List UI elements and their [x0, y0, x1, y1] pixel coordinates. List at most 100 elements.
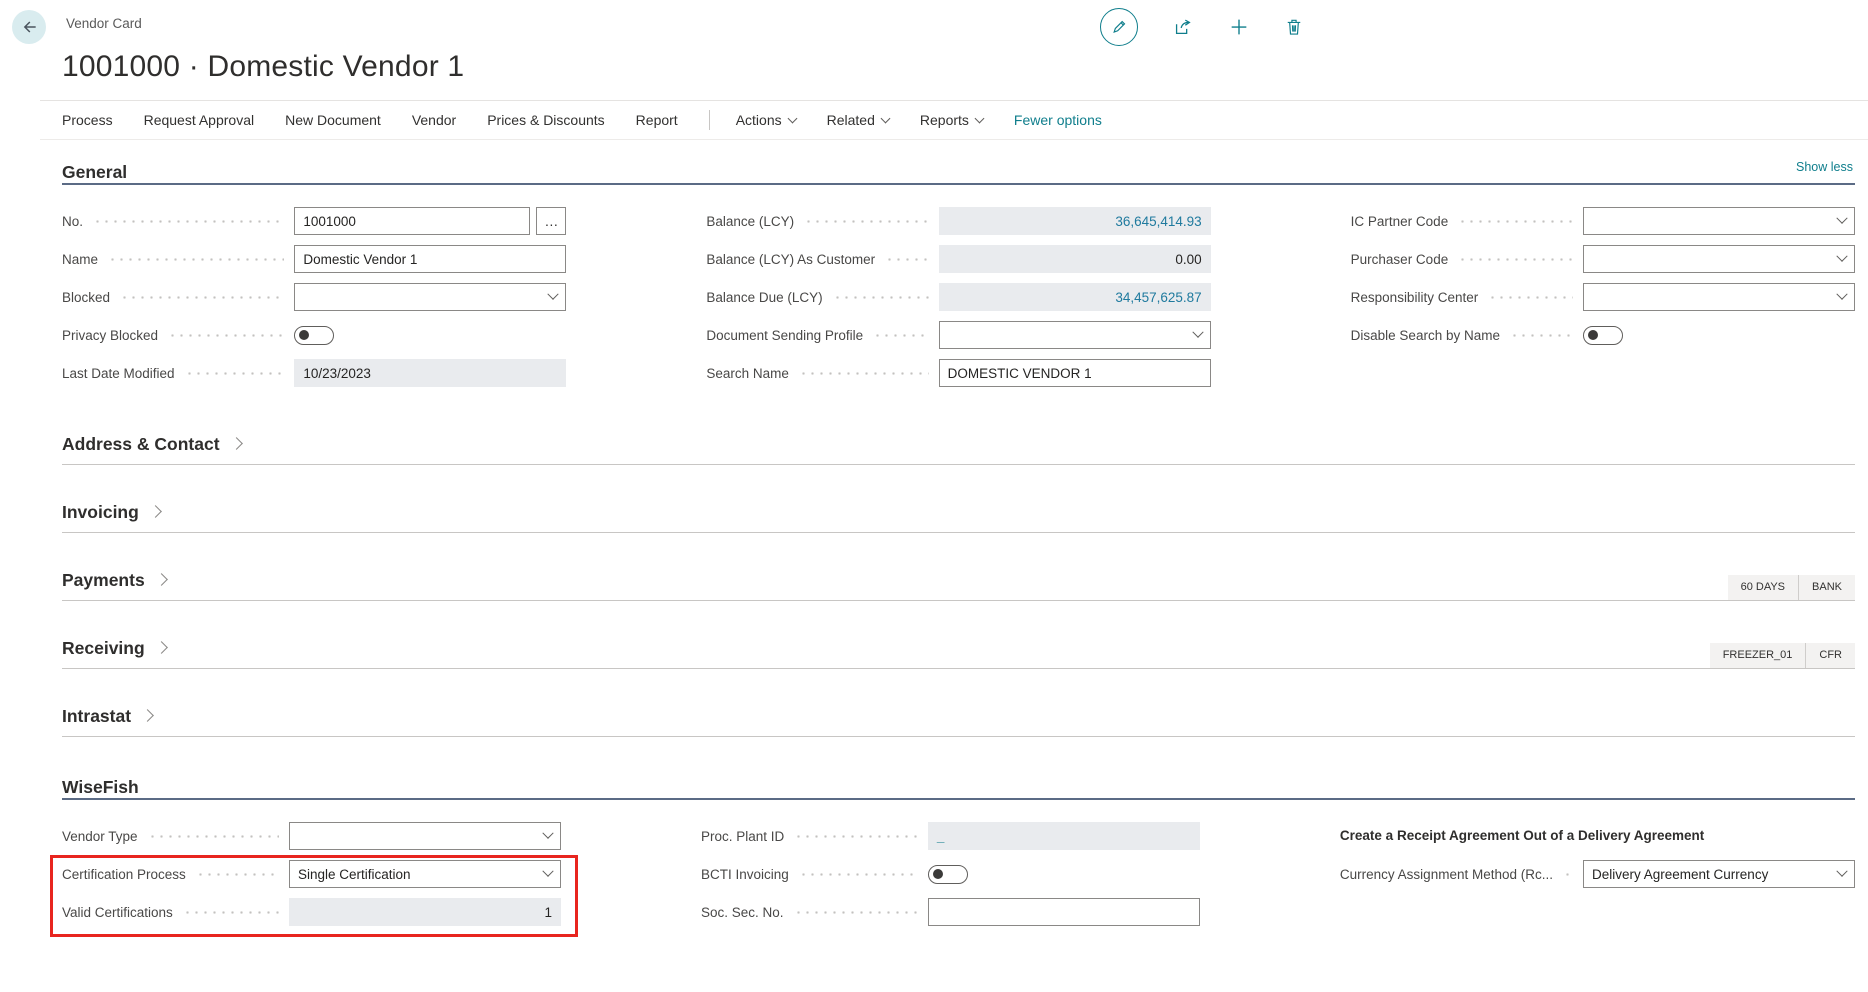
- receiving-summary-badges: FREEZER_01 CFR: [1710, 643, 1855, 668]
- menu-item-process[interactable]: Process: [62, 112, 113, 128]
- payment-terms-badge: 60 DAYS: [1728, 575, 1798, 600]
- balance-due-value[interactable]: 34,457,625.87: [939, 283, 1211, 311]
- wisefish-column-1: Vendor Type Certification Process Single…: [62, 822, 561, 936]
- currency-assignment-method-dropdown[interactable]: Delivery Agreement Currency: [1583, 860, 1855, 888]
- field-row-certification-process: Certification Process Single Certificati…: [62, 860, 561, 888]
- action-menu-bar: Process Request Approval New Document Ve…: [40, 100, 1868, 140]
- dotted-leader: [93, 220, 284, 223]
- chevron-down-icon: [548, 289, 559, 300]
- page-title: 1001000 · Domestic Vendor 1: [62, 50, 1868, 84]
- section-intrastat[interactable]: Intrastat: [62, 706, 1855, 737]
- field-label: Soc. Sec. No.: [701, 905, 784, 920]
- field-label: Disable Search by Name: [1351, 328, 1500, 343]
- field-label: Document Sending Profile: [706, 328, 863, 343]
- edit-button[interactable]: [1100, 8, 1138, 46]
- purchaser-code-dropdown[interactable]: [1583, 245, 1855, 273]
- field-label: Name: [62, 252, 98, 267]
- menu-item-request-approval[interactable]: Request Approval: [144, 112, 255, 128]
- dotted-leader: [799, 372, 929, 375]
- wisefish-fields-grid: Vendor Type Certification Process Single…: [62, 822, 1855, 936]
- chevron-down-icon: [1836, 866, 1847, 877]
- show-less-link[interactable]: Show less: [1796, 160, 1853, 174]
- chevron-right-icon: [141, 709, 154, 722]
- field-row-responsibility-center: Responsibility Center: [1351, 283, 1855, 311]
- card-content: General Show less No. … Name Blocked: [0, 162, 1868, 936]
- field-label: Valid Certifications: [62, 905, 173, 920]
- section-receiving[interactable]: Receiving FREEZER_01 CFR: [62, 638, 1855, 669]
- field-label: Currency Assignment Method (Rc...: [1340, 867, 1553, 882]
- field-row-soc-sec-no: Soc. Sec. No.: [701, 898, 1200, 926]
- document-sending-profile-dropdown[interactable]: [939, 321, 1211, 349]
- field-row-disable-search-by-name: Disable Search by Name: [1351, 321, 1855, 349]
- trash-icon: [1284, 17, 1304, 37]
- section-address-contact[interactable]: Address & Contact: [62, 434, 1855, 465]
- chevron-right-icon: [155, 573, 168, 586]
- field-label: Responsibility Center: [1351, 290, 1479, 305]
- menu-item-vendor[interactable]: Vendor: [412, 112, 456, 128]
- field-row-balance-as-customer: Balance (LCY) As Customer 0.00: [706, 245, 1210, 273]
- field-row-search-name: Search Name: [706, 359, 1210, 387]
- back-button[interactable]: [12, 10, 46, 44]
- payment-method-badge: BANK: [1798, 575, 1855, 600]
- share-button[interactable]: [1172, 16, 1194, 38]
- wisefish-section-header: WiseFish: [62, 777, 1855, 800]
- general-column-3: IC Partner Code Purchaser Code Responsib…: [1351, 207, 1855, 397]
- menu-dropdown-related[interactable]: Related: [827, 112, 889, 128]
- field-label: Purchaser Code: [1351, 252, 1449, 267]
- blocked-dropdown[interactable]: [294, 283, 566, 311]
- name-input[interactable]: [294, 245, 566, 273]
- bcti-invoicing-toggle[interactable]: [928, 865, 968, 884]
- field-row-blocked: Blocked: [62, 283, 566, 311]
- menu-item-prices-discounts[interactable]: Prices & Discounts: [487, 112, 604, 128]
- chevron-down-icon: [880, 114, 890, 124]
- section-invoicing[interactable]: Invoicing: [62, 502, 1855, 533]
- dotted-leader: [183, 911, 279, 914]
- menu-item-new-document[interactable]: New Document: [285, 112, 381, 128]
- dotted-leader: [794, 835, 918, 838]
- field-label: Proc. Plant ID: [701, 829, 784, 844]
- field-row-no: No. …: [62, 207, 566, 235]
- field-row-valid-certifications: Valid Certifications 1: [62, 898, 561, 926]
- new-button[interactable]: [1228, 16, 1250, 38]
- privacy-blocked-toggle[interactable]: [294, 326, 334, 345]
- certification-process-dropdown[interactable]: Single Certification: [289, 860, 561, 888]
- plus-icon: [1228, 16, 1250, 38]
- menu-dropdown-reports[interactable]: Reports: [920, 112, 983, 128]
- top-bar: Vendor Card: [0, 0, 1868, 46]
- wisefish-section-title[interactable]: WiseFish: [62, 777, 139, 806]
- field-row-ic-partner-code: IC Partner Code: [1351, 207, 1855, 235]
- field-row-purchaser-code: Purchaser Code: [1351, 245, 1855, 273]
- chevron-right-icon: [230, 437, 243, 450]
- delete-button[interactable]: [1284, 17, 1304, 37]
- soc-sec-no-input[interactable]: [928, 898, 1200, 926]
- proc-plant-id-value: _: [928, 822, 1200, 850]
- disable-search-by-name-toggle[interactable]: [1583, 326, 1623, 345]
- vendor-type-dropdown[interactable]: [289, 822, 561, 850]
- menu-divider: [709, 110, 710, 130]
- section-payments[interactable]: Payments 60 DAYS BANK: [62, 570, 1855, 601]
- chevron-down-icon: [1836, 213, 1847, 224]
- field-label: Search Name: [706, 366, 789, 381]
- menu-item-report[interactable]: Report: [636, 112, 678, 128]
- search-name-input[interactable]: [939, 359, 1211, 387]
- dotted-leader: [1563, 873, 1573, 876]
- general-section-title[interactable]: General: [62, 162, 127, 191]
- no-input[interactable]: [294, 207, 530, 235]
- chevron-right-icon: [149, 505, 162, 518]
- field-label: BCTI Invoicing: [701, 867, 789, 882]
- menu-dropdown-actions[interactable]: Actions: [736, 112, 796, 128]
- chevron-right-icon: [155, 641, 168, 654]
- dotted-leader: [120, 296, 284, 299]
- field-row-document-sending-profile: Document Sending Profile: [706, 321, 1210, 349]
- field-label: No.: [62, 214, 83, 229]
- field-label: Balance (LCY) As Customer: [706, 252, 875, 267]
- dotted-leader: [873, 334, 928, 337]
- assist-edit-button[interactable]: …: [536, 207, 566, 235]
- fewer-options-link[interactable]: Fewer options: [1014, 112, 1102, 128]
- wisefish-column-2: Proc. Plant ID _ BCTI Invoicing Soc. Sec…: [701, 822, 1200, 936]
- field-label: Privacy Blocked: [62, 328, 158, 343]
- balance-lcy-value[interactable]: 36,645,414.93: [939, 207, 1211, 235]
- ic-partner-code-dropdown[interactable]: [1583, 207, 1855, 235]
- dotted-leader: [1510, 334, 1573, 337]
- responsibility-center-dropdown[interactable]: [1583, 283, 1855, 311]
